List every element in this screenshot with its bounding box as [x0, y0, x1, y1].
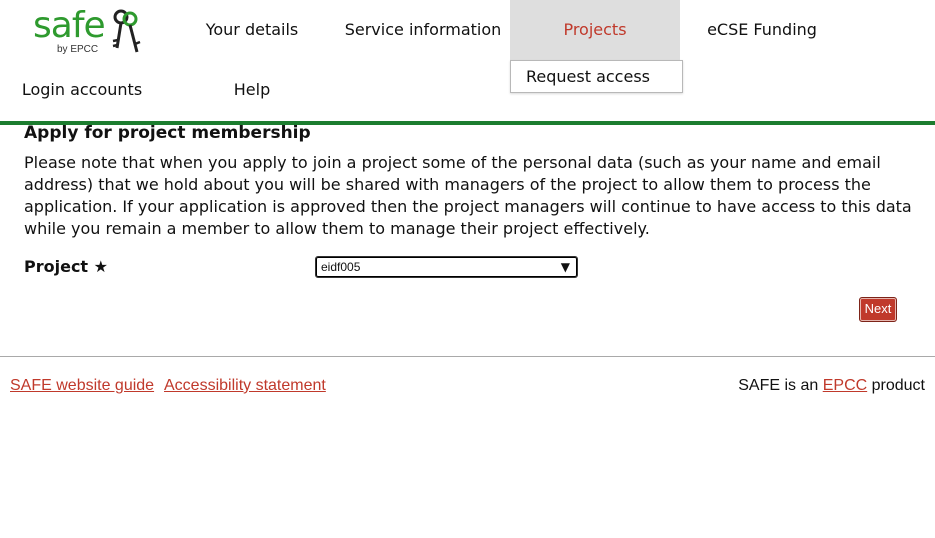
nav-service-information[interactable]: Service information: [343, 20, 503, 40]
nav-login-accounts[interactable]: Login accounts: [17, 80, 147, 100]
product-credit-prefix: SAFE is an: [738, 377, 819, 394]
footer-divider: [0, 356, 935, 357]
logo-subtitle: by EPCC: [57, 44, 99, 55]
epcc-link[interactable]: EPCC: [823, 377, 867, 394]
keys-icon: [112, 9, 141, 53]
projects-dropdown-menu: Request access: [510, 60, 683, 93]
accessibility-statement-link[interactable]: Accessibility statement: [164, 376, 326, 396]
nav-ecse-funding[interactable]: eCSE Funding: [697, 20, 827, 40]
safe-website-guide-link[interactable]: SAFE website guide: [10, 376, 154, 396]
product-credit: SAFE is an EPCC product: [738, 376, 925, 396]
nav-projects[interactable]: Projects: [510, 20, 680, 40]
page-title: Apply for project membership: [24, 123, 311, 143]
privacy-notice: Please note that when you apply to join …: [24, 153, 912, 238]
project-field-label: Project ★: [24, 257, 108, 276]
nav-your-details[interactable]: Your details: [196, 20, 308, 40]
dropdown-caret-icon: ▼: [560, 260, 570, 274]
project-select-value: eidf005: [321, 260, 361, 274]
menu-item-request-access[interactable]: Request access: [526, 67, 650, 87]
safe-logo[interactable]: safe by EPCC: [33, 6, 143, 60]
product-credit-suffix: product: [871, 377, 925, 394]
project-select[interactable]: eidf005 ▼: [315, 256, 578, 278]
logo-wordmark: safe: [33, 5, 106, 46]
next-button[interactable]: Next: [859, 297, 897, 322]
nav-help[interactable]: Help: [212, 80, 292, 100]
